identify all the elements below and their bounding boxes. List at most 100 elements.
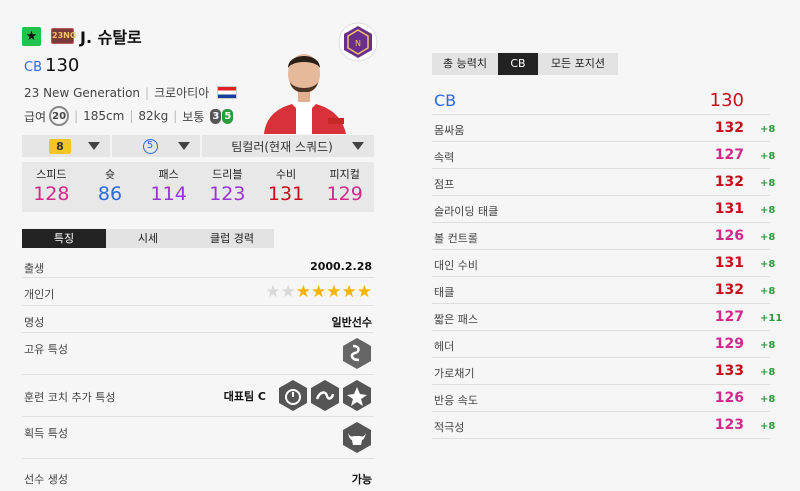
coach-trait-icons: 대표팀 C bbox=[224, 379, 372, 412]
skill-stars: ★ ★ ★ ★ ★ ★ ★ bbox=[265, 284, 372, 301]
upgrade-selector-bar: 8 5 팀컬러(현재 스쿼드) bbox=[22, 135, 374, 157]
summary-label: 피지컬 bbox=[329, 168, 360, 181]
star-icon: ★ bbox=[356, 282, 372, 302]
stat-row: 반응 속도 126 +8 bbox=[432, 385, 775, 412]
bull-trait-icon[interactable] bbox=[342, 421, 372, 454]
stat-delta: +8 bbox=[760, 232, 776, 243]
tab-all-positions[interactable]: 모든 포지션 bbox=[538, 53, 618, 75]
physical-info-row: 급여 20 | 185cm | 82kg | 보통 3 5 bbox=[24, 106, 234, 126]
star-icon: ★ bbox=[280, 282, 296, 302]
star-icon: ★ bbox=[265, 282, 281, 302]
star-icon: ★ bbox=[22, 26, 41, 46]
stat-row: 대인 수비 131 +8 bbox=[432, 250, 775, 277]
stat-delta: +8 bbox=[760, 367, 776, 378]
detail-value: 가능 bbox=[351, 473, 372, 486]
summary-value: 128 bbox=[33, 183, 70, 205]
star-icon: ★ bbox=[326, 282, 342, 302]
summary-value: 131 bbox=[267, 183, 305, 205]
right-foot-icon: 5 bbox=[222, 108, 234, 124]
detail-value: 일반선수 bbox=[331, 316, 372, 329]
tab-price[interactable]: 시세 bbox=[106, 229, 190, 248]
stat-value: 132 bbox=[714, 174, 744, 190]
stat-value: 129 bbox=[714, 336, 744, 352]
player-header: ★ 23NG J. 슈탈로 bbox=[22, 24, 142, 48]
stat-name: 속력 bbox=[434, 151, 455, 164]
croatia-flag-icon bbox=[217, 86, 238, 99]
body-type: 보통 bbox=[182, 109, 205, 124]
upgrade-level-badge: 8 bbox=[49, 138, 71, 154]
team-color-dropdown[interactable]: 팀컬러(현재 스쿼드) bbox=[202, 135, 374, 157]
nationality: 크로아티아 bbox=[154, 86, 210, 100]
chevron-down-icon bbox=[352, 142, 364, 150]
stat-delta: +8 bbox=[760, 286, 776, 297]
summary-defending: 수비 131 bbox=[257, 162, 316, 212]
stat-value: 127 bbox=[714, 147, 744, 163]
position-value: 130 bbox=[709, 90, 744, 111]
stat-name: 짧은 패스 bbox=[434, 313, 478, 326]
detail-label: 명성 bbox=[24, 316, 45, 329]
tab-club-history[interactable]: 클럽 경력 bbox=[190, 229, 274, 248]
details-list: 출생 2000.2.28 개인기 ★ ★ ★ ★ ★ ★ ★ 명성 일반선수 고… bbox=[22, 252, 374, 491]
summary-label: 드리블 bbox=[212, 168, 243, 181]
detail-label: 획득 특성 bbox=[24, 427, 68, 440]
salary-label: 급여 bbox=[24, 109, 47, 124]
stat-value: 132 bbox=[714, 282, 744, 298]
enhance-level-dropdown[interactable]: 5 bbox=[112, 135, 200, 157]
detail-label: 출생 bbox=[24, 262, 45, 275]
stat-name: 반응 속도 bbox=[434, 394, 478, 407]
stat-row: 가로채기 133 +8 bbox=[432, 358, 775, 385]
left-foot-icon: 3 bbox=[210, 108, 222, 124]
upgrade-level-dropdown[interactable]: 8 bbox=[22, 135, 110, 157]
club-emblem-icon: N bbox=[338, 22, 378, 62]
detail-row-unique-trait: 고유 특성 bbox=[22, 333, 374, 375]
detail-label: 훈련 코치 추가 특성 bbox=[24, 391, 116, 404]
stat-delta: +8 bbox=[760, 124, 776, 135]
height: 185cm bbox=[83, 109, 125, 123]
detail-label: 개인기 bbox=[24, 288, 55, 301]
position-label: CB bbox=[434, 91, 457, 110]
divider: | bbox=[74, 109, 79, 123]
snake-trait-icon[interactable] bbox=[342, 337, 372, 370]
national-team-label: 대표팀 C bbox=[223, 389, 266, 403]
summary-value: 114 bbox=[150, 183, 187, 205]
stat-name: 볼 컨트롤 bbox=[434, 232, 478, 245]
wave-trait-icon[interactable] bbox=[310, 379, 340, 412]
divider: | bbox=[145, 85, 150, 100]
summary-value: 129 bbox=[326, 183, 363, 205]
divider: | bbox=[173, 109, 178, 123]
summary-dribbling: 드리블 123 bbox=[198, 162, 257, 212]
tab-traits[interactable]: 특징 bbox=[22, 229, 106, 248]
season-name: 23 New Generation bbox=[24, 85, 141, 100]
tab-position-cb[interactable]: CB bbox=[498, 53, 538, 75]
summary-shooting: 슛 86 bbox=[81, 162, 140, 212]
stat-delta: +11 bbox=[760, 313, 783, 324]
season-nation-row: 23 New Generation | 크로아티아 bbox=[24, 84, 238, 101]
detail-label: 선수 생성 bbox=[24, 473, 68, 486]
stat-delta: +8 bbox=[760, 151, 776, 162]
stat-delta: +8 bbox=[760, 394, 776, 405]
stat-view-tabs: 총 능력치 CB 모든 포지션 bbox=[432, 53, 618, 75]
summary-physical: 피지컬 129 bbox=[315, 162, 374, 212]
stopwatch-trait-icon[interactable] bbox=[278, 379, 308, 412]
acquired-trait-icons bbox=[342, 421, 372, 454]
detail-row-birth: 출생 2000.2.28 bbox=[22, 252, 374, 278]
season-badge: 23NG bbox=[51, 28, 76, 44]
stat-delta: +8 bbox=[760, 340, 776, 351]
stat-value: 126 bbox=[714, 390, 744, 406]
detail-label: 고유 특성 bbox=[24, 343, 68, 356]
enhance-level-badge: 5 bbox=[142, 138, 158, 154]
summary-label: 수비 bbox=[275, 168, 297, 181]
tab-total-stats[interactable]: 총 능력치 bbox=[432, 53, 498, 75]
player-overall: 130 bbox=[45, 55, 80, 76]
stat-name: 헤더 bbox=[434, 340, 455, 353]
player-position: CB bbox=[24, 60, 42, 75]
salary-value: 20 bbox=[49, 106, 70, 126]
stat-name: 슬라이딩 태클 bbox=[434, 205, 499, 218]
stat-value: 127 bbox=[714, 309, 744, 325]
divider: | bbox=[129, 109, 134, 123]
stat-row: 속력 127 +8 bbox=[432, 142, 775, 169]
star-burst-trait-icon[interactable] bbox=[342, 379, 372, 412]
detail-row-creation: 선수 생성 가능 bbox=[22, 459, 374, 491]
svg-text:N: N bbox=[355, 39, 361, 48]
stat-summary: 스피드 128 슛 86 패스 114 드리블 123 수비 131 피지컬 1… bbox=[22, 162, 374, 212]
